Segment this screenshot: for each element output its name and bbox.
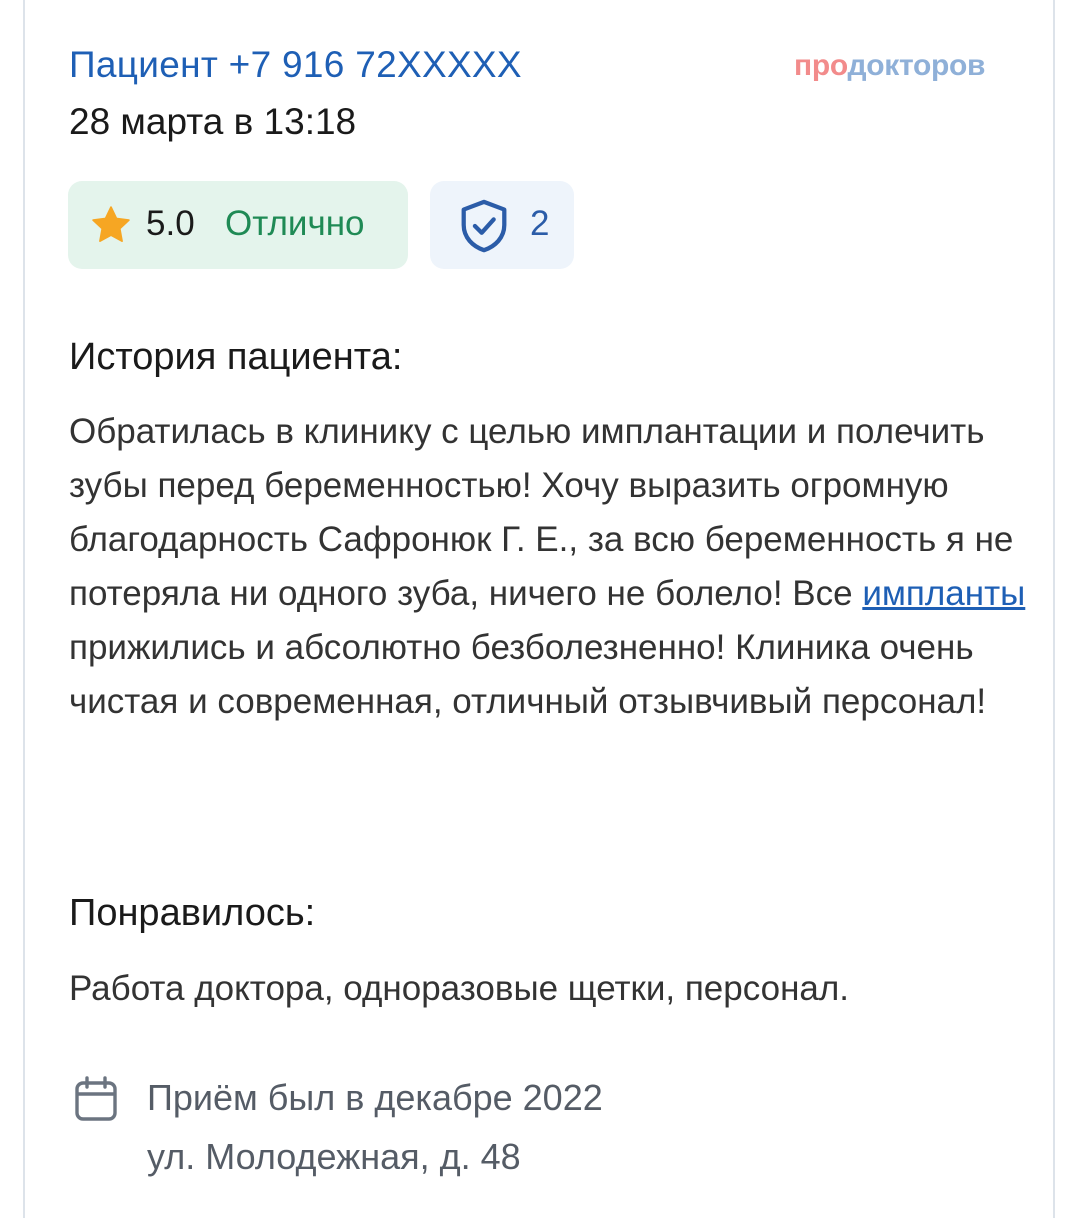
review-date: 28 марта в 13:18 [69, 101, 357, 142]
verified-count: 2 [530, 204, 550, 243]
rating-word: Отлично [225, 204, 365, 243]
prodoktorov-logo: продокторов [794, 49, 985, 83]
star-icon [92, 206, 130, 242]
implants-link[interactable]: импланты [862, 574, 1025, 613]
rating-value: 5.0 [146, 204, 195, 243]
shield-check-icon [461, 199, 507, 253]
logo-part-doc: докторов [847, 49, 986, 82]
clinic-address: ул. Молодежная, д. 48 [147, 1136, 521, 1177]
liked-text: Работа доктора, одноразовые щетки, персо… [69, 969, 850, 1008]
story-heading: История пациента: [69, 336, 403, 378]
rating-badge: 5.0 Отлично [68, 181, 408, 269]
story-text: Обратилась в клинику с целью имплантации… [69, 405, 1029, 729]
verified-badge[interactable]: 2 [430, 181, 574, 269]
logo-part-pro: про [794, 49, 848, 82]
liked-heading: Понравилось: [69, 892, 316, 934]
calendar-icon [75, 1076, 117, 1121]
review-author-link[interactable]: Пациент +7 916 72XXXXX [69, 44, 522, 86]
story-text-part2: прижились и абсолютно безболезненно! Кли… [69, 628, 987, 721]
visit-date: Приём был в декабре 2022 [147, 1077, 603, 1118]
